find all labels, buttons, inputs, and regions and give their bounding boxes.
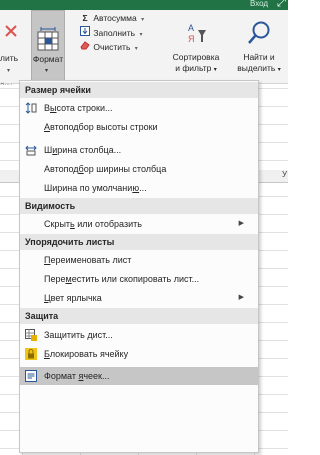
fill-button[interactable]: Заполнить ▾ (79, 26, 143, 38)
menu-item-column-width[interactable]: Ширина столбца... (20, 141, 258, 159)
chevron-down-icon: ▾ (45, 68, 49, 74)
clear-button[interactable]: Очистить ▾ (79, 40, 138, 52)
fill-down-icon (79, 26, 91, 38)
protect-sheet-icon (25, 329, 37, 341)
format-button[interactable]: Формат ▾ (31, 10, 65, 82)
submenu-arrow-icon: ▶ (238, 220, 244, 227)
eraser-icon (79, 40, 91, 52)
sign-in-link[interactable]: Вход (250, 0, 268, 8)
find-label-2: выделить ▾ (237, 63, 281, 73)
sort-filter-button[interactable]: А Я Сортировка и фильтр ▾ (166, 10, 226, 80)
find-select-button[interactable]: Найти и выделить ▾ (228, 10, 288, 80)
menu-item-row-height[interactable]: Высота строки... (20, 99, 258, 117)
delete-cells-label[interactable]: лить (0, 53, 18, 63)
menu-item-protect-sheet[interactable]: Защитить дист... (20, 326, 258, 344)
menu-item-lock-cell[interactable]: Блокировать ячейку (20, 345, 258, 363)
svg-text:А: А (188, 23, 194, 33)
lock-icon (25, 348, 37, 360)
menu-item-hide-show[interactable]: Скрыть или отобразить ▶ (20, 215, 258, 233)
autosum-button[interactable]: Σ Автосумма ▾ (79, 13, 144, 23)
section-header-visibility: Видимость (20, 198, 258, 214)
sort-az-icon: А Я (187, 22, 207, 48)
find-label-1: Найти и (243, 52, 275, 62)
menu-item-tab-color[interactable]: Цвет ярлычка ▶ (20, 289, 258, 307)
menu-item-format-cells[interactable]: Формат ячеек... (20, 367, 258, 385)
clear-label: Очистить (93, 42, 131, 52)
chevron-down-icon: ▾ (141, 17, 145, 23)
menu-item-autofit-row-height[interactable]: Автоподбор высоты строки (20, 118, 258, 136)
svg-text:Я: Я (188, 34, 195, 44)
sort-label-1: Сортировка (172, 52, 220, 62)
chevron-down-icon: ▾ (139, 32, 143, 38)
ribbon: лить ▾ йки Формат ▾ Σ Автосумма ▾ Заполн… (0, 10, 288, 91)
section-header-organize-sheets: Упорядочить листы (20, 234, 258, 250)
menu-item-autofit-column-width[interactable]: Автоподбор ширины столбца (20, 160, 258, 178)
sigma-icon: Σ (82, 13, 88, 23)
delete-cells-icon[interactable] (4, 24, 18, 42)
format-button-label: Формат (32, 54, 64, 64)
menu-item-rename-sheet[interactable]: Переименовать лист (20, 251, 258, 269)
submenu-arrow-icon: ▶ (238, 294, 244, 301)
chevron-down-icon: ▾ (134, 46, 138, 52)
row-height-icon (25, 102, 37, 114)
fill-label: Заполнить (93, 28, 136, 38)
autosum-label: Автосумма (93, 13, 137, 23)
title-bar: Вход ⤢ (0, 0, 288, 10)
sort-label-2: и фильтр ▾ (175, 63, 217, 73)
format-dropdown-menu: Размер ячейки Высота строки... Автоподбо… (19, 80, 259, 453)
column-header-letter[interactable]: У (282, 170, 287, 179)
section-header-cell-size: Размер ячейки (20, 82, 258, 98)
format-cells-icon (37, 27, 59, 53)
menu-item-default-width[interactable]: Ширина по умолчанию... (20, 179, 258, 197)
format-cells-icon (25, 370, 37, 382)
chevron-down-icon[interactable]: ▾ (7, 67, 10, 74)
column-width-icon (25, 144, 37, 156)
menu-item-move-copy-sheet[interactable]: Переместить или скопировать лист... (20, 270, 258, 288)
section-header-protection: Защита (20, 308, 258, 324)
expand-icon[interactable]: ⤢ (277, 0, 286, 10)
magnifier-icon (247, 20, 271, 48)
